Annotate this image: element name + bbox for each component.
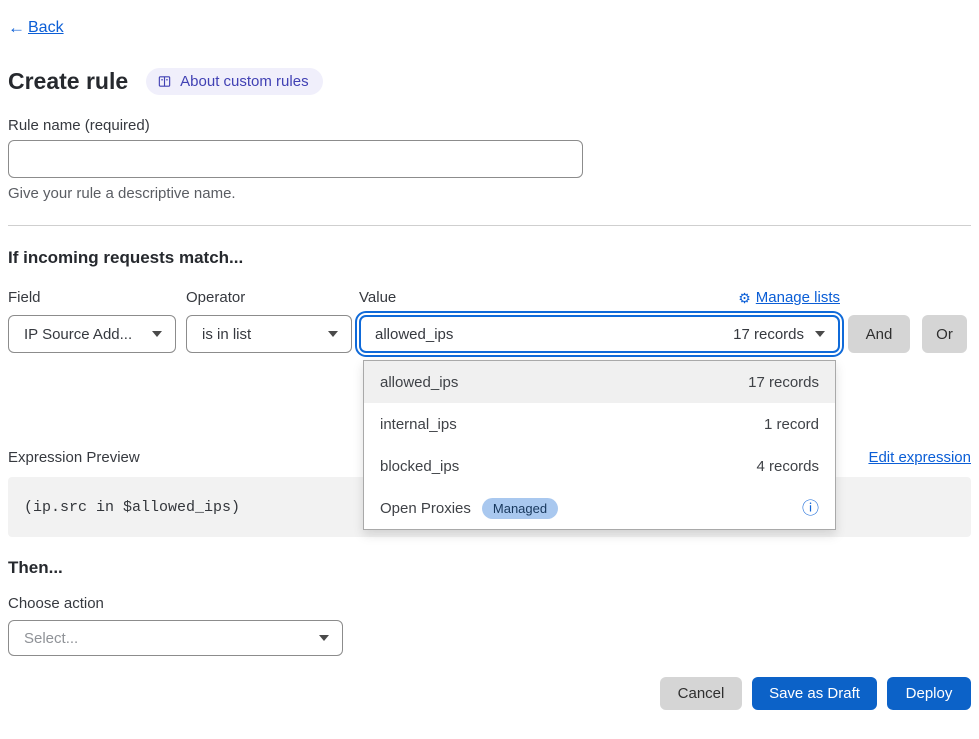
back-arrow-icon: ← [8, 18, 25, 38]
operator-select[interactable]: is in list [186, 315, 352, 353]
field-label: Field [8, 289, 186, 306]
list-name: allowed_ips [380, 374, 458, 391]
list-records: 1 record [764, 416, 819, 433]
operator-label: Operator [186, 289, 359, 306]
field-select-value: IP Source Add... [24, 326, 132, 343]
rule-name-label: Rule name (required) [8, 117, 971, 134]
cancel-button[interactable]: Cancel [660, 677, 742, 710]
match-section-heading: If incoming requests match... [8, 248, 971, 268]
dropdown-item-internal-ips[interactable]: internal_ips 1 record [364, 403, 835, 445]
expression-code: (ip.src in $allowed_ips) [24, 499, 240, 516]
chevron-down-icon [152, 331, 162, 337]
chevron-down-icon [319, 635, 329, 641]
value-select-records: 17 records [733, 326, 804, 343]
rule-name-input[interactable] [8, 140, 583, 178]
action-select-placeholder: Select... [24, 630, 78, 647]
condition-builder: Field Operator Value ⚙ Manage lists IP S… [8, 288, 971, 353]
deploy-button[interactable]: Deploy [887, 677, 971, 710]
rule-name-helper: Give your rule a descriptive name. [8, 185, 971, 202]
condition-selects-row: IP Source Add... is in list allowed_ips … [8, 315, 971, 353]
condition-labels-row: Field Operator Value ⚙ Manage lists [8, 288, 971, 307]
edit-expression-link[interactable]: Edit expression [868, 449, 971, 466]
chevron-down-icon [815, 331, 825, 337]
list-records: 4 records [756, 458, 819, 475]
expression-preview-label: Expression Preview [8, 449, 140, 466]
value-select-focused[interactable]: allowed_ips 17 records [359, 315, 840, 353]
footer-actions: Cancel Save as Draft Deploy [8, 677, 971, 710]
page-title: Create rule [8, 68, 128, 95]
create-rule-page: ← Back Create rule About custom rules Ru… [0, 0, 979, 739]
save-as-draft-button[interactable]: Save as Draft [752, 677, 877, 710]
back-label: Back [28, 19, 64, 37]
value-label: Value [359, 289, 396, 306]
field-select[interactable]: IP Source Add... [8, 315, 176, 353]
book-icon [157, 74, 172, 89]
list-name: internal_ips [380, 416, 457, 433]
dropdown-item-blocked-ips[interactable]: blocked_ips 4 records [364, 445, 835, 487]
then-section-heading: Then... [8, 558, 971, 578]
operator-select-value: is in list [202, 326, 251, 343]
info-icon[interactable]: ⓘ [802, 500, 819, 517]
action-select[interactable]: Select... [8, 620, 343, 656]
divider [8, 225, 971, 226]
managed-badge: Managed [482, 498, 558, 519]
gear-icon: ⚙ [738, 291, 751, 305]
about-badge-label: About custom rules [180, 73, 308, 90]
or-button[interactable]: Or [922, 315, 967, 353]
value-dropdown-menu: allowed_ips 17 records internal_ips 1 re… [363, 360, 836, 530]
dropdown-item-open-proxies[interactable]: Open Proxies Managed ⓘ [364, 487, 835, 529]
manage-lists-link[interactable]: ⚙ Manage lists [738, 289, 840, 306]
dropdown-item-allowed-ips[interactable]: allowed_ips 17 records [364, 361, 835, 403]
list-name: Open Proxies [380, 500, 471, 517]
and-button[interactable]: And [848, 315, 910, 353]
list-records: 17 records [748, 374, 819, 391]
chevron-down-icon [328, 331, 338, 337]
value-select-value: allowed_ips [375, 326, 453, 343]
choose-action-label: Choose action [8, 595, 971, 612]
about-custom-rules-link[interactable]: About custom rules [146, 68, 322, 95]
manage-lists-label: Manage lists [756, 289, 840, 306]
list-name: blocked_ips [380, 458, 459, 475]
title-row: Create rule About custom rules [8, 68, 971, 95]
back-link[interactable]: ← Back [8, 18, 64, 38]
